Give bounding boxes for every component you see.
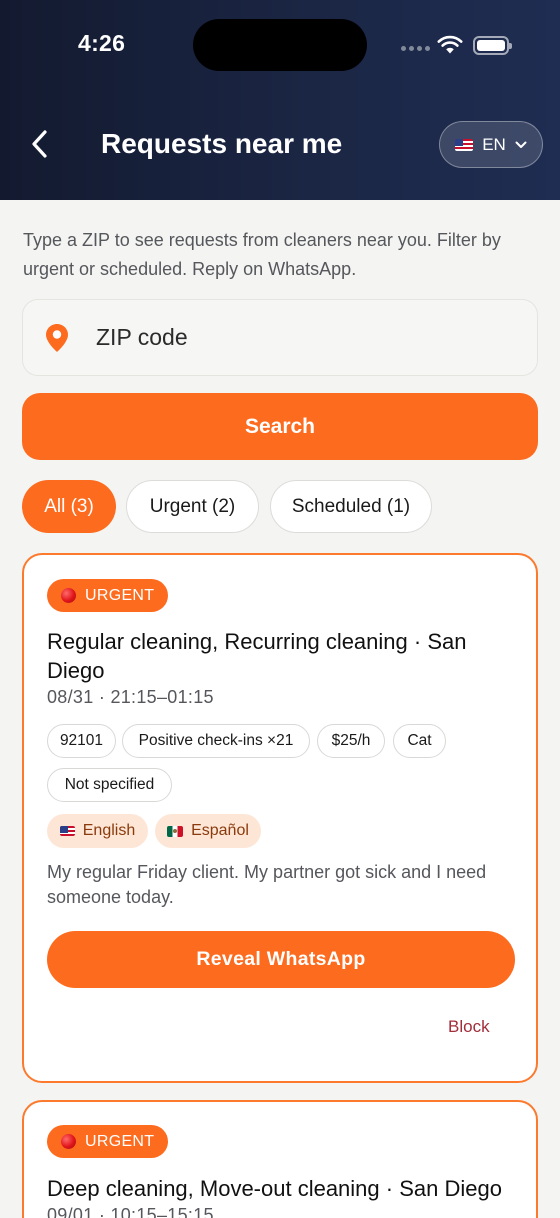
request-description: My regular Friday client. My partner got… (47, 862, 487, 907)
dynamic-island (193, 19, 367, 71)
filter-urgent-chip[interactable]: Urgent (2) (126, 480, 259, 533)
language-tag-label: English (82, 822, 136, 839)
language-tag-spanish: Español (155, 814, 261, 848)
request-title: Regular cleaning, Recurring cleaning · S… (47, 629, 467, 683)
signal-icon (401, 46, 431, 52)
extra-tag: Not specified (47, 768, 172, 802)
location-pin-icon (43, 321, 71, 355)
language-selector[interactable]: EN (439, 121, 543, 168)
filter-scheduled-chip[interactable]: Scheduled (1) (270, 480, 432, 533)
urgent-badge: URGENT (47, 579, 169, 612)
request-card: URGENT Deep cleaning, Move-out cleaning … (22, 1100, 538, 1218)
urgent-badge-label: URGENT (85, 1132, 155, 1150)
language-code: EN (482, 134, 506, 154)
pet-tag: Cat (393, 724, 446, 758)
us-flag-icon (59, 826, 75, 836)
checkins-tag: Positive check-ins ×21 (122, 724, 310, 758)
urgent-badge: URGENT (47, 1125, 169, 1158)
request-title: Deep cleaning, Move-out cleaning · San D… (47, 1176, 502, 1201)
urgent-badge-label: URGENT (85, 586, 155, 604)
language-tag-label: Español (191, 822, 249, 839)
back-button[interactable] (22, 120, 58, 168)
wifi-icon (437, 35, 463, 54)
status-time: 4:26 (78, 30, 126, 56)
block-link[interactable]: Block (448, 1017, 490, 1037)
request-datetime: 08/31 · 21:15–01:15 (47, 687, 214, 707)
mexico-flag-icon (167, 825, 184, 837)
zip-input[interactable] (96, 324, 476, 351)
back-chevron-icon (32, 130, 47, 158)
us-flag-icon (455, 138, 474, 151)
language-tag-english: English (47, 814, 148, 848)
red-circle-icon (61, 588, 76, 603)
request-datetime: 09/01 · 10:15–15:15 (47, 1205, 214, 1218)
request-card: URGENT Regular cleaning, Recurring clean… (22, 553, 538, 1083)
reveal-whatsapp-button[interactable]: Reveal WhatsApp (47, 931, 515, 988)
app-header: 4:26 Requests near me EN (0, 0, 560, 200)
filter-all-chip[interactable]: All (3) (22, 480, 116, 533)
intro-text: Type a ZIP to see requests from cleaners… (23, 230, 501, 279)
chevron-down-icon (515, 141, 527, 148)
zip-search-field[interactable] (22, 299, 538, 376)
rate-tag: $25/h (317, 724, 385, 758)
battery-icon (473, 36, 512, 55)
page-title: Requests near me (101, 128, 343, 159)
zip-tag: 92101 (47, 724, 116, 758)
search-button[interactable]: Search (22, 393, 538, 460)
red-circle-icon (61, 1134, 76, 1149)
